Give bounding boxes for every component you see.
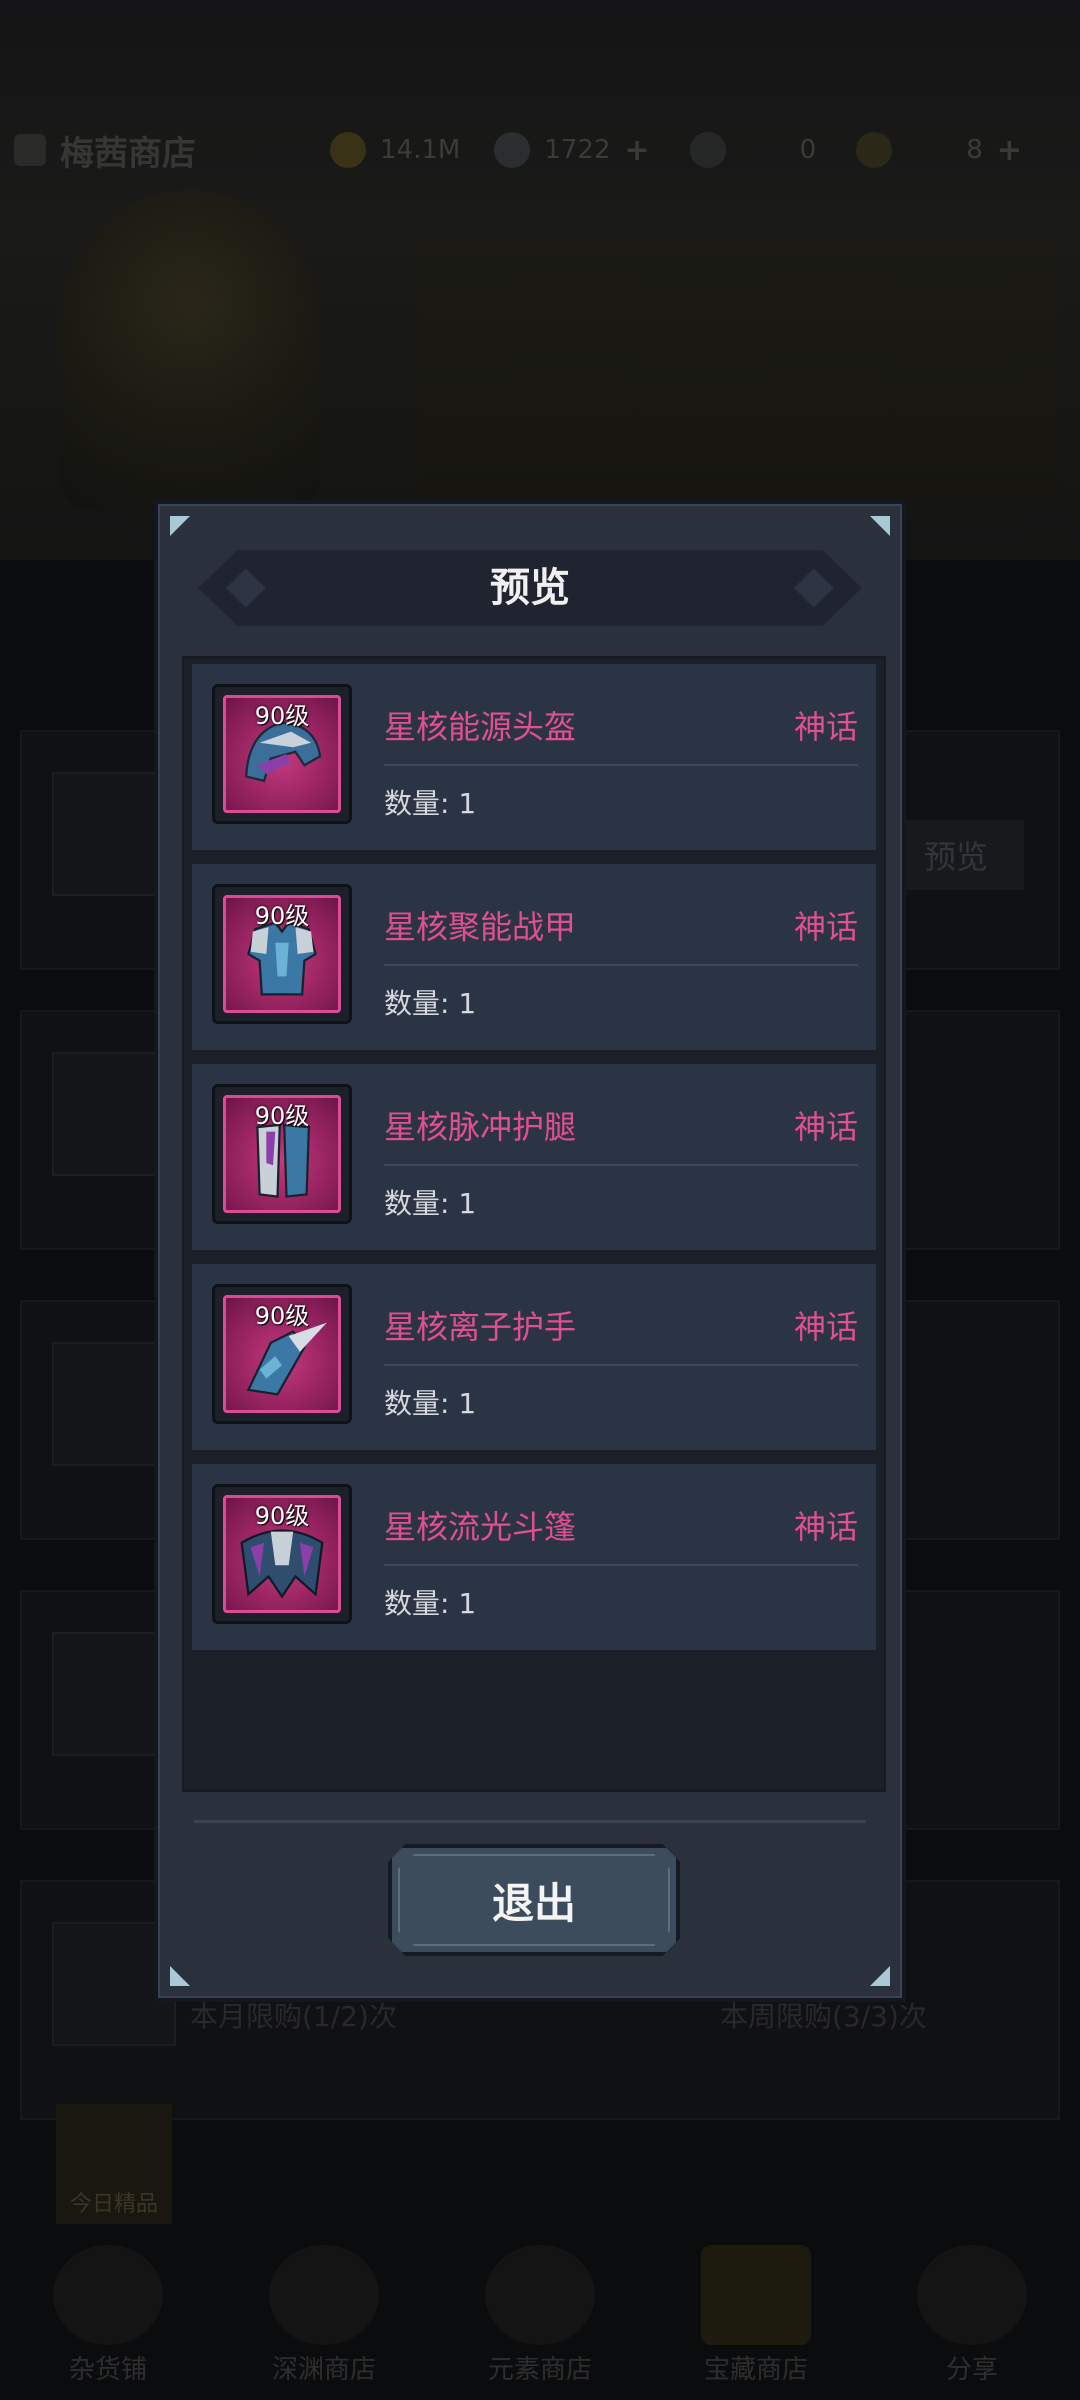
reward-list[interactable]: 90级 星核能源头盔 神话 数量: 1 90级 星核聚能战甲 神话 数量: 1 … <box>182 656 886 1792</box>
item-level: 90级 <box>254 1502 310 1530</box>
item-name: 星核流光斗篷 <box>384 1508 577 1546</box>
nav-element-shop[interactable]: 元素商店 <box>465 2245 615 2386</box>
item-name: 星核离子护手 <box>384 1308 577 1346</box>
shopkeeper-portrait <box>60 190 320 510</box>
corner-ornament <box>170 516 190 536</box>
corner-ornament <box>870 516 890 536</box>
item-icon-frame[interactable]: 90级 <box>212 684 352 824</box>
treasure-icon <box>701 2245 811 2345</box>
nav-treasure-shop[interactable]: 宝藏商店 <box>681 2245 831 2386</box>
item-icon-frame[interactable]: 90级 <box>212 884 352 1024</box>
abyss-icon <box>269 2245 379 2345</box>
nav-grocery[interactable]: 杂货铺 <box>33 2245 183 2386</box>
item-name: 星核脉冲护腿 <box>384 1108 577 1146</box>
rarity-badge: 神话 <box>793 1108 858 1146</box>
nav-label: 深渊商店 <box>271 2355 376 2385</box>
nav-label: 元素商店 <box>487 2355 592 2385</box>
list-item: 90级 星核脉冲护腿 神话 数量: 1 <box>192 1064 876 1250</box>
list-item: 90级 星核流光斗篷 神话 数量: 1 <box>192 1464 876 1650</box>
rarity-badge: 神话 <box>793 1508 858 1546</box>
share-icon <box>917 2245 1027 2345</box>
item-quantity: 数量: 1 <box>384 1187 477 1220</box>
nav-label: 宝藏商店 <box>703 2355 808 2385</box>
shop-icon <box>14 134 46 166</box>
divider <box>384 1364 858 1366</box>
rarity-badge: 神话 <box>793 1308 858 1346</box>
nav-label: 杂货铺 <box>68 2355 147 2385</box>
item-level: 90级 <box>254 702 310 730</box>
list-item: 90级 星核离子护手 神话 数量: 1 <box>192 1264 876 1450</box>
grocery-icon <box>53 2245 163 2345</box>
item-name: 星核聚能战甲 <box>384 908 577 946</box>
today-pick-label: 今日精品 <box>69 2192 158 2217</box>
rarity-badge: 神话 <box>793 708 858 746</box>
rarity-badge: 神话 <box>793 908 858 946</box>
divider <box>384 1164 858 1166</box>
add-key-icon[interactable]: + <box>997 133 1022 168</box>
item-quantity: 数量: 1 <box>384 1387 477 1420</box>
corner-ornament <box>870 1966 890 1986</box>
item-quantity: 数量: 1 <box>384 1587 477 1620</box>
item-level: 90级 <box>254 1102 310 1130</box>
shop-shelf <box>420 240 1060 500</box>
item-quantity: 数量: 1 <box>384 787 477 820</box>
exit-button[interactable]: 退出 <box>388 1844 680 1956</box>
item-name: 星核能源头盔 <box>384 708 577 746</box>
item-quantity: 数量: 1 <box>384 987 477 1020</box>
top-bar: 梅茜商店 14.1M 1722 + 0 8 + <box>0 120 1080 180</box>
dialog-title: 预览 <box>490 565 570 611</box>
preview-dialog: 预览 90级 星核能源头盔 神话 数量: 1 90级 星核聚能战甲 神话 数量:… <box>154 500 906 2002</box>
nav-abyss-shop[interactable]: 深渊商店 <box>249 2245 399 2386</box>
add-gem-icon[interactable]: + <box>625 133 650 168</box>
shop-title: 梅茜商店 <box>60 133 196 174</box>
item-icon-frame[interactable]: 90级 <box>212 1084 352 1224</box>
divider <box>384 964 858 966</box>
key-icon <box>856 132 893 168</box>
ticket-icon <box>689 132 726 168</box>
nav-label: 分享 <box>945 2355 998 2385</box>
item-icon-frame[interactable]: 90级 <box>212 1484 352 1624</box>
gold-coin-icon <box>330 132 366 168</box>
dialog-title-bar: 预览 <box>198 550 862 626</box>
element-icon <box>485 2245 595 2345</box>
list-item: 90级 星核能源头盔 神话 数量: 1 <box>192 664 876 850</box>
nav-share[interactable]: 分享 <box>897 2245 1047 2386</box>
bottom-nav: 杂货铺 深渊商店 元素商店 宝藏商店 分享 <box>0 2240 1080 2400</box>
bg-preview-button[interactable]: 预览 <box>888 820 1024 890</box>
list-item: 90级 星核聚能战甲 神话 数量: 1 <box>192 864 876 1050</box>
gem-icon <box>494 132 531 168</box>
item-icon-frame[interactable]: 90级 <box>212 1284 352 1424</box>
gem-amount: 1722 <box>544 135 611 165</box>
footer-divider <box>194 1820 866 1823</box>
divider <box>384 1564 858 1566</box>
today-pick-button[interactable]: 今日精品 <box>56 2104 172 2224</box>
gold-amount: 14.1M <box>380 135 461 165</box>
key-amount: 8 <box>966 135 983 165</box>
corner-ornament <box>170 1966 190 1986</box>
item-level: 90级 <box>254 1302 310 1330</box>
item-level: 90级 <box>254 902 310 930</box>
divider <box>384 764 858 766</box>
ticket-amount: 0 <box>799 135 817 165</box>
